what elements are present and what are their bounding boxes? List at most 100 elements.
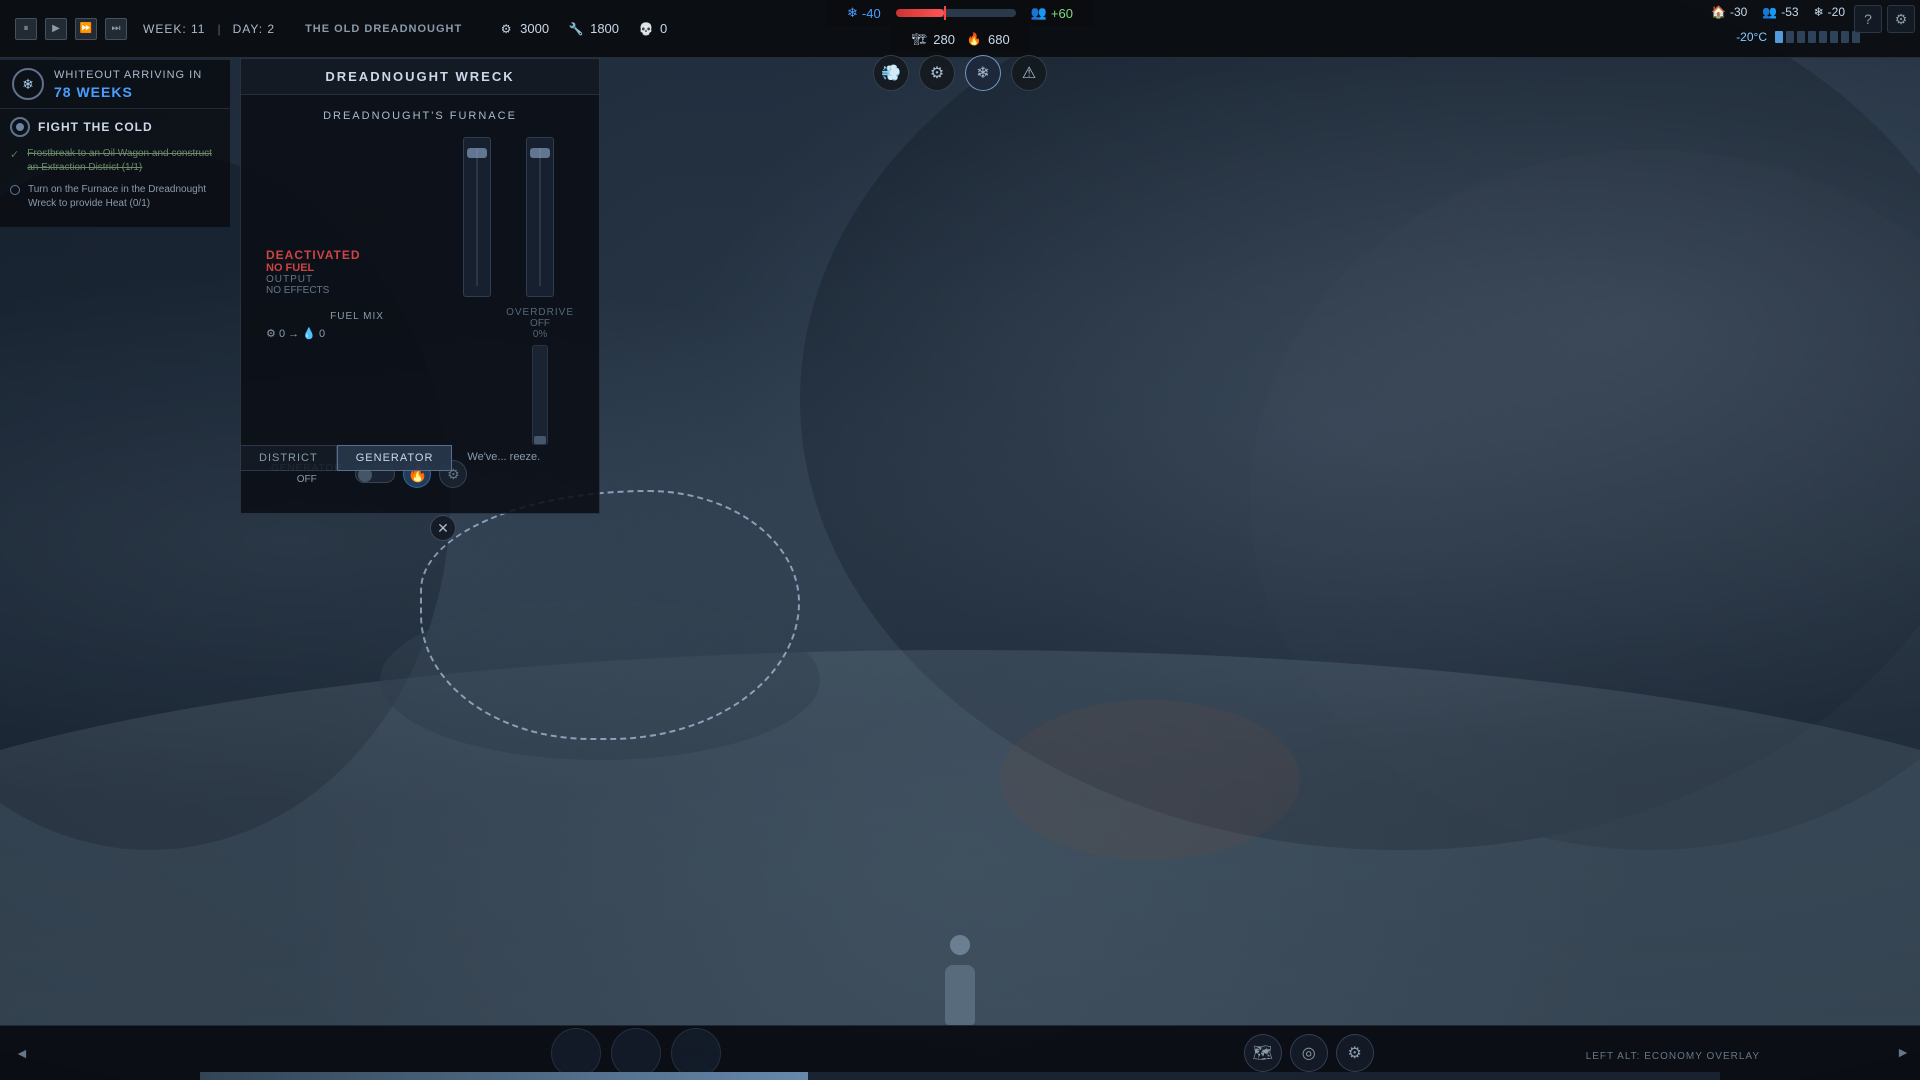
character-body xyxy=(945,965,975,1025)
bottom-gear-icon: ⚙ xyxy=(1348,1043,1362,1063)
fuel-slider-left[interactable] xyxy=(463,137,491,450)
objective-item-0: ✓ Frostbreak to an Oil Wagon and constru… xyxy=(10,147,220,175)
tab-generator[interactable]: GENERATOR xyxy=(337,445,453,471)
no-fuel-label: NO FUEL xyxy=(266,262,448,274)
map-button[interactable]: 🗺 xyxy=(1244,1034,1282,1072)
bottom-nav-right: ► xyxy=(1886,1044,1920,1062)
pause-button[interactable]: ⏸ xyxy=(15,18,37,40)
bottom-circle-2[interactable] xyxy=(611,1028,661,1078)
deactivated-label: DEACTIVATED xyxy=(266,248,448,262)
stat-cold: ❄ -20 xyxy=(1814,5,1845,19)
objectives-section: FIGHT THE COLD ✓ Frostbreak to an Oil Wa… xyxy=(0,109,230,227)
whiteout-icon: ❄ xyxy=(12,68,44,100)
resources-bar: ⚙ 3000 🔧 1800 💀 0 xyxy=(477,20,687,38)
temp-tick xyxy=(1797,31,1805,43)
overdrive-percent: 0% xyxy=(506,329,574,340)
panel-tabs: DISTRICT GENERATOR We've... reeze. xyxy=(240,445,555,471)
fight-cold-header: FIGHT THE COLD xyxy=(10,117,220,137)
icon-smoke[interactable]: 💨 xyxy=(873,55,909,91)
progress-bar-container xyxy=(200,1072,1720,1080)
day-separator: | xyxy=(213,22,224,36)
fuel-slider-track-right[interactable] xyxy=(526,137,554,297)
settings-button[interactable]: ⚙ xyxy=(1887,5,1915,33)
help-button[interactable]: ? xyxy=(1854,5,1882,33)
whiteout-weeks: 78 WEEKS xyxy=(54,84,202,100)
fuel-coal-icon: ⚙ xyxy=(266,328,276,340)
icon-alert[interactable]: ⚠ xyxy=(1011,55,1047,91)
economy-overlay-text: LEFT ALT: ECONOMY OVERLAY xyxy=(1586,1051,1760,1062)
fuel-oil-icon: 💧 xyxy=(302,328,316,340)
nav-arrow-right[interactable]: ► xyxy=(1896,1044,1910,1060)
heat-bar xyxy=(896,9,1016,17)
bottom-gear-button[interactable]: ⚙ xyxy=(1336,1034,1374,1072)
overdrive-handle[interactable] xyxy=(534,436,546,444)
casualties-icon: 💀 xyxy=(637,20,655,38)
top-center-icons: 💨 ⚙ ❄ ⚠ xyxy=(873,55,1047,91)
furnace-title: DREADNOUGHT'S FURNACE xyxy=(256,110,584,122)
icon-resource[interactable]: ⚙ xyxy=(919,55,955,91)
discontent-icon: 👥 xyxy=(1762,5,1777,19)
game-title: THE OLD DREADNOUGHT xyxy=(290,23,477,35)
week-display: WEEK: 11 xyxy=(143,22,205,36)
top-right-stats: 🏠 -30 👥 -53 ❄ -20 xyxy=(1696,0,1860,24)
play-button[interactable]: ▶ xyxy=(45,18,67,40)
overdrive-status: OFF xyxy=(506,318,574,329)
overdrive-slider[interactable] xyxy=(532,345,548,445)
bottom-nav-left: ◄ xyxy=(0,1045,44,1061)
center-top-bar: ❄ -40 👥 +60 🏗 280 🔥 680 xyxy=(827,0,1093,52)
skip-icon: ⏭ xyxy=(112,23,121,34)
temp-tick xyxy=(1775,31,1783,43)
fuel-mix-label: FUEL MIX xyxy=(266,311,448,322)
slider-handle-left[interactable] xyxy=(467,148,487,158)
heat-stat-negative: ❄ -40 xyxy=(847,5,881,21)
progress-bar-fill xyxy=(200,1072,808,1080)
objective-item-1: Turn on the Furnace in the Dreadnought W… xyxy=(10,183,220,211)
close-button[interactable]: ✕ xyxy=(430,515,456,541)
center-resource-steam: 🔥 680 xyxy=(965,30,1010,48)
heat-bar-fill xyxy=(896,9,944,17)
fuel-slider-right[interactable]: OVERDRIVE OFF 0% xyxy=(506,137,574,450)
slider-track xyxy=(476,148,478,286)
icon-snowflake[interactable]: ❄ xyxy=(965,55,1001,91)
pause-icon: ⏸ xyxy=(24,23,29,34)
fuel-slider-track-left[interactable] xyxy=(463,137,491,297)
temp-tick xyxy=(1786,31,1794,43)
whiteout-arriving-text: WHITEOUT ARRIVING IN xyxy=(54,68,202,83)
temp-tick xyxy=(1808,31,1816,43)
generator-status: OFF xyxy=(271,474,342,485)
target-icon: ◎ xyxy=(1302,1043,1316,1063)
day-display: DAY: 2 xyxy=(233,22,275,36)
map-icon: 🗺 xyxy=(1253,1043,1273,1063)
materials-icon: ⚙ xyxy=(497,20,515,38)
temperature-display: -20°C xyxy=(1736,30,1767,44)
player-character xyxy=(935,945,985,1025)
cold-icon: ❄ xyxy=(1814,5,1824,19)
skip-button[interactable]: ⏭ xyxy=(105,18,127,40)
tab-district[interactable]: DISTRICT xyxy=(240,445,337,471)
workers-icon: 🏗 xyxy=(910,30,928,48)
temp-tick xyxy=(1841,31,1849,43)
target-button[interactable]: ◎ xyxy=(1290,1034,1328,1072)
fast-forward-button[interactable]: ⏩ xyxy=(75,18,97,40)
objective-text-0: Frostbreak to an Oil Wagon and construct… xyxy=(27,147,220,175)
bottom-circle-1[interactable] xyxy=(551,1028,601,1078)
slider-track-right xyxy=(539,148,541,286)
notification-text: We've... reeze. xyxy=(452,445,555,471)
nav-arrow-left[interactable]: ◄ xyxy=(15,1045,29,1061)
heat-marker xyxy=(944,6,946,20)
bottom-circle-3[interactable] xyxy=(671,1028,721,1078)
center-resource-workers: 🏗 280 xyxy=(910,30,955,48)
no-effects-label: NO EFFECTS xyxy=(266,285,448,296)
slider-handle-right[interactable] xyxy=(530,148,550,158)
fuel-values: ⚙ 0 → 💧 0 xyxy=(266,327,448,340)
objective-circle-icon xyxy=(10,185,20,195)
bottom-bar: ◄ LEFT ALT: ECONOMY OVERLAY 🗺 ◎ ⚙ ► xyxy=(0,1025,1920,1080)
whiteout-text-block: WHITEOUT ARRIVING IN 78 WEEKS xyxy=(54,68,202,99)
panel-title: DREADNOUGHT WRECK xyxy=(241,59,599,95)
fight-cold-title: FIGHT THE COLD xyxy=(38,120,153,134)
stat-shelter: 🏠 -30 xyxy=(1711,5,1747,19)
resource-casualties: 💀 0 xyxy=(637,20,667,38)
temp-tick xyxy=(1830,31,1838,43)
top-right-buttons: ? ⚙ xyxy=(1854,5,1915,33)
overdrive-section: OVERDRIVE OFF 0% xyxy=(506,307,574,450)
